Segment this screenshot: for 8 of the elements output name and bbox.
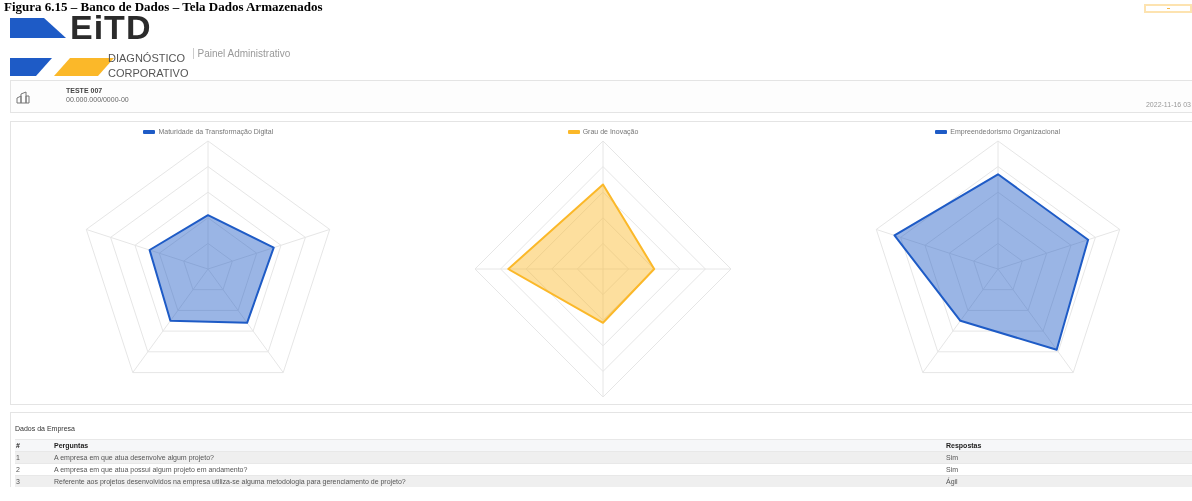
building-icon <box>16 89 30 104</box>
logo-wordmark: EiTD <box>70 12 152 42</box>
logo-subtitle: DIAGNÓSTICO <box>108 52 186 65</box>
figure-caption: Figura 6.15 – Banco de Dados – Tela Dados Armazenados <box>4 0 323 14</box>
logo-subtitle: CORPORATIVO <box>108 67 189 80</box>
minus-icon <box>1166 8 1170 9</box>
collapse-button[interactable] <box>1144 4 1192 13</box>
app-title: Painel Administrativo <box>193 48 291 59</box>
